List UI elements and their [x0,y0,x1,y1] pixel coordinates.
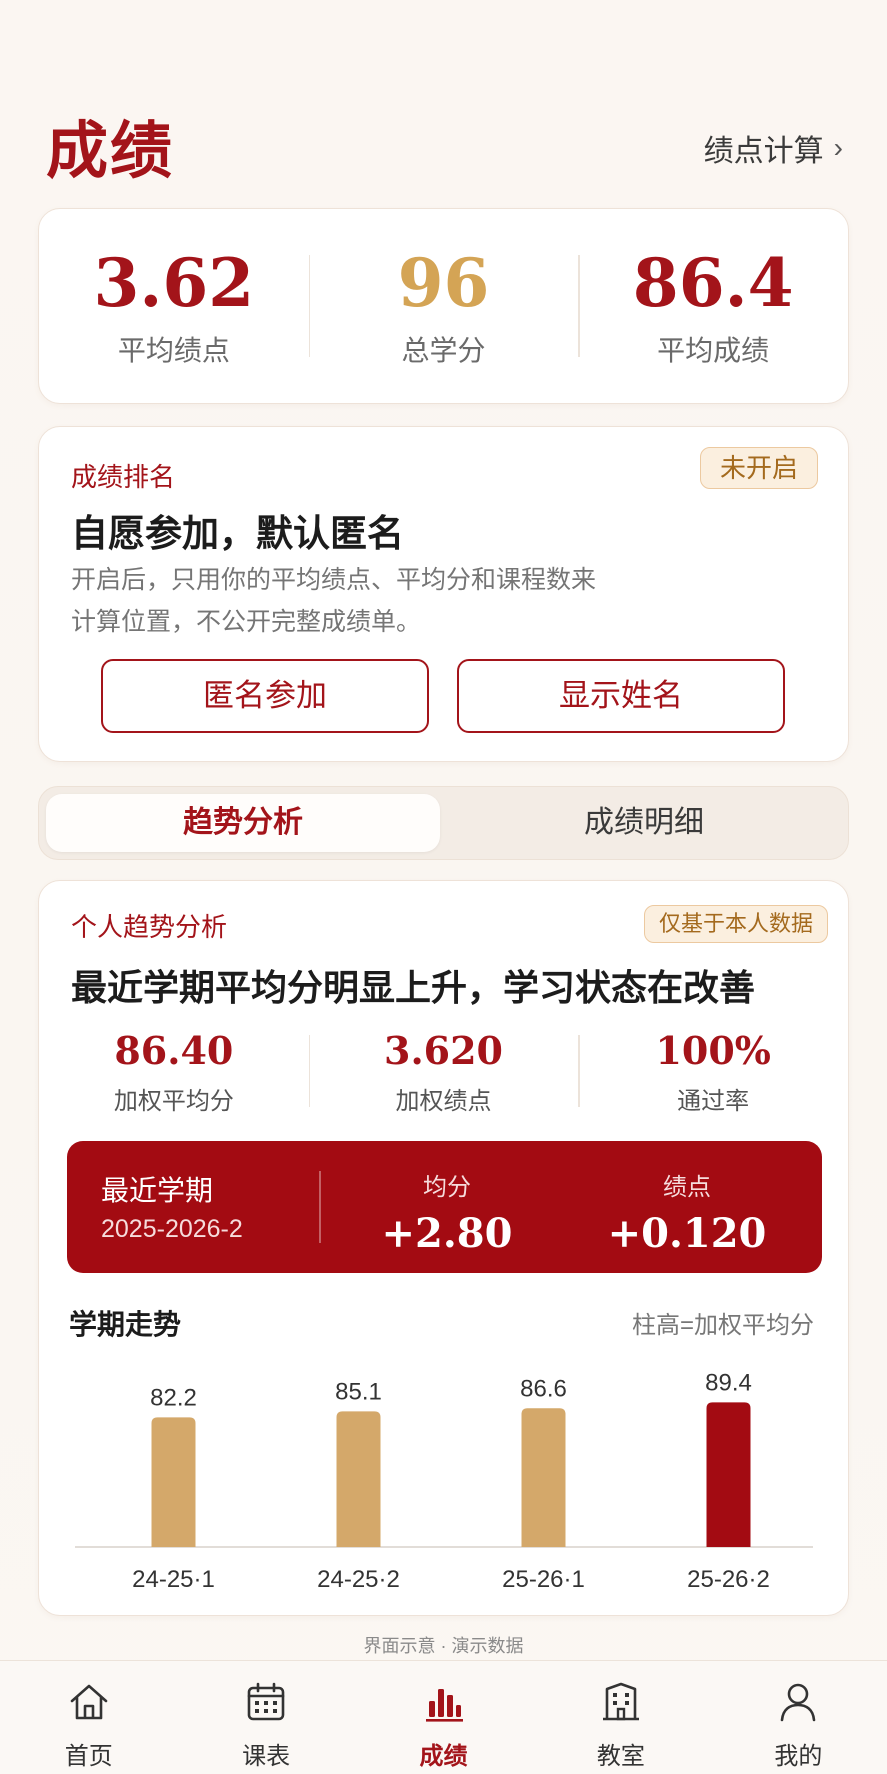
recent-term-code: 2025-2026-2 [101,1215,243,1243]
nav-item-grades[interactable]: 成绩 [355,1661,532,1774]
summary-credits: 96 总学分 [308,243,579,369]
chart-x-tick-label: 24-25·1 [132,1566,215,1593]
nav-item-home[interactable]: 首页 [0,1661,177,1774]
nav-label-classroom: 教室 [596,1743,645,1770]
bar-chart-icon [425,1689,463,1722]
demo-footnote: 界面示意 · 演示数据 [363,1636,524,1656]
tab-score-details[interactable]: 成绩明细 [447,794,841,852]
summary-gpa-label: 平均绩点 [117,335,230,366]
ranking-card: 成绩排名 未开启 自愿参加，默认匿名 开启后，只用你的平均绩点、平均分和课程数来… [38,426,849,762]
tab-trend-analysis[interactable]: 趋势分析 [46,794,440,852]
metric-weighted-score-value: 86.40 [114,1028,234,1073]
ranking-description: 开启后，只用你的平均绩点、平均分和课程数来 计算位置，不公开完整成绩单。 [71,559,631,643]
metric-pass-rate-label: 通过率 [677,1088,750,1115]
metric-pass-rate: 100% 通过率 [578,1029,848,1116]
chevron-right-icon: › [833,132,843,163]
metric-pass-rate-value: 100% [655,1028,771,1073]
gpa-calc-label: 绩点计算 [703,135,824,168]
delta-score-value: +2.80 [381,1210,513,1257]
home-icon [70,1684,108,1720]
delta-score: 均分 +2.80 [347,1167,547,1257]
summary-credits-value: 96 [397,244,490,322]
summary-gpa-value: 3.62 [93,244,255,322]
trend-card: 个人趋势分析 仅基于本人数据 最近学期平均分明显上升，学习状态在改善 86.40… [38,880,849,1616]
gpa-calc-link[interactable]: 绩点计算 › [704,126,843,170]
summary-score-value: 86.4 [632,244,794,322]
delta-divider [319,1171,321,1243]
chart-x-tick-label: 24-25·2 [317,1566,400,1593]
view-tabs: 趋势分析 成绩明细 [38,786,849,860]
nav-label-grades: 成绩 [419,1743,468,1770]
chart-bar [706,1402,751,1547]
chart-bar [336,1411,381,1547]
delta-gpa: 绩点 +0.120 [587,1167,787,1257]
metric-weighted-gpa: 3.620 加权绩点 [308,1028,579,1116]
page-title: 成绩 [46,114,175,187]
summary-credits-label: 总学分 [401,335,486,366]
metric-weighted-score: 86.40 加权平均分 [39,1029,309,1116]
nav-label-home: 首页 [64,1743,113,1770]
term-trend-bar-chart: 82.2 24-25·1 85.1 24-25·2 86.6 25-26·1 89.4 25-… [75,1369,813,1593]
trend-kicker: 个人趋势分析 [71,912,228,942]
summary-score-label: 平均成绩 [657,335,770,366]
delta-gpa-value: +0.120 [607,1210,767,1257]
summary-score: 86.4 平均成绩 [578,243,848,369]
calendar-icon [247,1682,285,1721]
chart-x-tick-label: 25-26·1 [502,1566,585,1593]
ranking-status-badge: 未开启 [700,447,818,489]
chart-data-label: 86.6 [520,1375,567,1402]
metric-weighted-gpa-value: 3.620 [384,1028,503,1073]
chart-data-label: 89.4 [705,1369,752,1396]
summary-card: 3.62 平均绩点 96 总学分 86.4 平均成绩 [38,208,849,404]
nav-item-schedule[interactable]: 课表 [177,1661,354,1774]
chart-bar [151,1417,196,1547]
user-icon [781,1683,816,1722]
chart-bar [521,1408,566,1547]
trend-metrics: 86.40 加权平均分 3.620 加权绩点 100% 通过率 [39,1029,848,1116]
building-icon [602,1682,639,1721]
nav-label-schedule: 课表 [242,1743,291,1770]
chart-data-label: 85.1 [335,1378,382,1405]
chart-x-tick-label: 25-26·2 [687,1566,770,1593]
nav-item-profile[interactable]: 我的 [710,1661,887,1774]
ranking-headline: 自愿参加，默认匿名 [71,511,404,555]
trend-headline: 最近学期平均分明显上升，学习状态在改善 [71,967,756,1009]
summary-gpa: 3.62 平均绩点 [39,243,309,369]
recent-term-title: 最近学期 [101,1175,214,1206]
nav-item-classroom[interactable]: 教室 [532,1661,709,1774]
metric-weighted-score-label: 加权平均分 [113,1088,234,1115]
delta-score-label: 均分 [423,1174,471,1201]
anonymous-join-button[interactable]: 匿名参加 [101,659,429,733]
ranking-desc-line2: 计算位置，不公开完整成绩单。 [71,608,422,636]
nav-label-profile: 我的 [774,1743,823,1770]
recent-term-delta-banner: 最近学期 2025-2026-2 均分 +2.80 绩点 +0.120 [67,1141,822,1273]
trend-data-badge: 仅基于本人数据 [644,905,828,943]
chart-note: 柱高=加权平均分 [631,1312,814,1339]
chart-data-label: 82.2 [150,1384,197,1411]
metric-weighted-gpa-label: 加权绩点 [395,1088,492,1115]
delta-gpa-label: 绩点 [663,1174,711,1201]
ranking-kicker: 成绩排名 [71,462,176,492]
bottom-nav: 首页 课表 成绩 教室 我的 [0,1660,887,1774]
show-name-button[interactable]: 显示姓名 [457,659,785,733]
ranking-desc-line1: 开启后，只用你的平均绩点、平均分和课程数来 [71,566,597,594]
